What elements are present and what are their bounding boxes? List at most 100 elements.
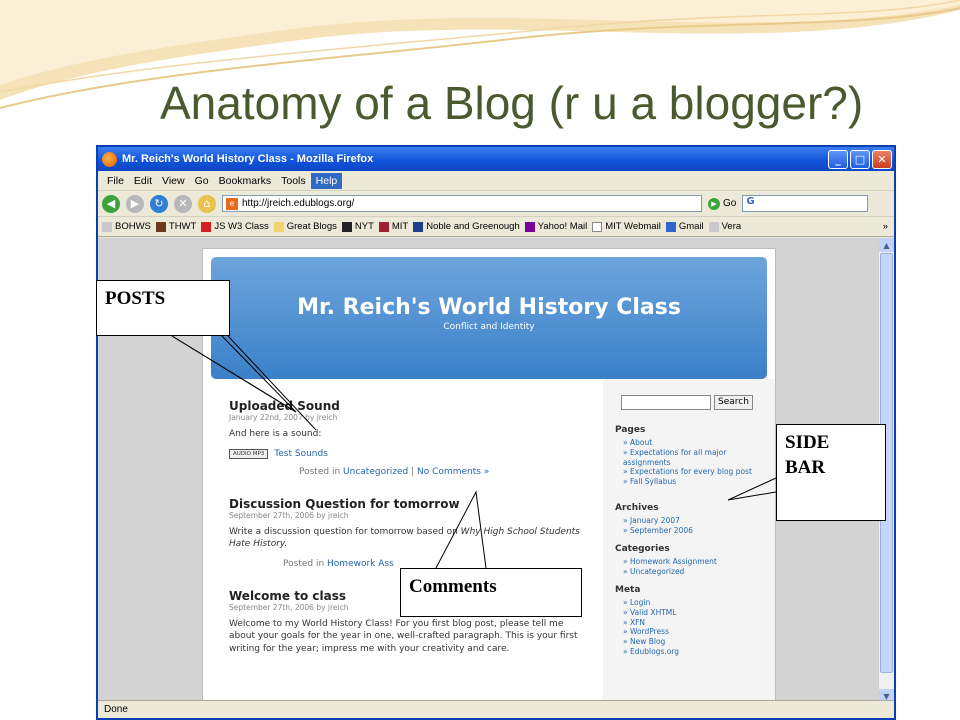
post-footer: Posted in Uncategorized | No Comments »	[299, 466, 490, 477]
go-button[interactable]: ▶ Go	[708, 197, 737, 210]
go-label: Go	[723, 198, 737, 209]
sidebar-link[interactable]: » Fall Syllabus	[623, 477, 763, 487]
blog-page: Mr. Reich's World History Class Conflict…	[202, 248, 776, 703]
menu-tools[interactable]: Tools	[276, 173, 311, 189]
pages-widget: Pages » About » Expectations for all maj…	[615, 425, 763, 487]
audio-mp3-badge[interactable]: AUDIO MP3	[229, 448, 269, 459]
url-text: http://jreich.edublogs.org/	[242, 198, 355, 209]
sidebar-link[interactable]: » Login	[623, 598, 763, 608]
yahoo-icon	[524, 221, 535, 232]
sidebar-link[interactable]: » Uncategorized	[623, 567, 763, 577]
favicon-icon: e	[226, 197, 238, 210]
sidebar-link[interactable]: » Homework Assignment	[623, 557, 763, 567]
go-arrow-icon: ▶	[708, 197, 720, 210]
category-link[interactable]: Uncategorized	[343, 467, 408, 477]
sidebar-link[interactable]: » XFN	[623, 618, 763, 628]
menu-bar: File Edit View Go Bookmarks Tools Help	[98, 171, 894, 191]
bookmark-mit-webmail[interactable]: MIT Webmail	[592, 221, 661, 232]
slide-title: Anatomy of a Blog (r u a blogger?)	[160, 77, 864, 129]
sidebar-search: Search	[621, 395, 753, 410]
bookmark-noble-greenough[interactable]: Noble and Greenough	[413, 221, 520, 232]
post-body: Welcome to my World History Class! For y…	[229, 618, 578, 654]
bookmarks-overflow-icon[interactable]: »	[883, 221, 894, 232]
close-button[interactable]: ✕	[872, 149, 892, 169]
url-input[interactable]: e http://jreich.edublogs.org/	[222, 195, 702, 212]
sidebar-link[interactable]: » January 2007	[623, 516, 763, 526]
sidebar-link[interactable]: » Edublogs.org	[623, 647, 763, 657]
sidebar-link[interactable]: » Expectations for all major assignments	[623, 448, 763, 468]
category-link[interactable]: Homework Ass	[327, 559, 394, 569]
minimize-button[interactable]: _	[828, 149, 848, 169]
menu-file[interactable]: File	[102, 173, 129, 189]
navigation-toolbar: ◀ ▶ ↻ ✕ ⌂ e http://jreich.edublogs.org/ …	[98, 191, 894, 217]
bookmark-thwt[interactable]: THWT	[155, 221, 196, 232]
home-icon[interactable]: ⌂	[198, 194, 216, 213]
bookmark-gmail[interactable]: Gmail	[665, 221, 704, 232]
categories-widget: Categories » Homework Assignment » Uncat…	[615, 544, 763, 577]
archives-widget: Archives » January 2007 » September 2006	[615, 503, 763, 536]
sidebar-search-button[interactable]: Search	[714, 395, 753, 410]
post-meta: January 22nd, 2007 by jreich	[229, 413, 338, 422]
bookmarks-toolbar: BOHWS THWT JS W3 Class Great Blogs NYT M…	[98, 217, 894, 237]
stop-icon[interactable]: ✕	[174, 194, 192, 213]
page-icon	[708, 221, 719, 232]
bookmark-nyt[interactable]: NYT	[341, 221, 374, 232]
post-body: Write a discussion question for tomorrow…	[229, 526, 580, 550]
bookmark-great-blogs[interactable]: Great Blogs	[273, 221, 337, 232]
menu-view[interactable]: View	[157, 173, 190, 189]
post-meta: September 27th, 2006 by jreich	[229, 510, 349, 520]
callout-posts: POSTS	[96, 280, 230, 336]
blog-header[interactable]: Mr. Reich's World History Class Conflict…	[211, 257, 767, 379]
search-input[interactable]: G	[742, 195, 869, 212]
menu-edit[interactable]: Edit	[129, 173, 157, 189]
back-arrow-icon[interactable]: ◀	[102, 194, 120, 213]
sidebar-link[interactable]: » September 2006	[623, 526, 763, 536]
sidebar-link[interactable]: » Expectations for every blog post	[623, 467, 763, 477]
nyt-icon	[341, 221, 352, 232]
comments-link[interactable]: No Comments »	[417, 467, 489, 477]
callout-sidebar: SIDE BAR	[776, 424, 886, 521]
scroll-up-icon[interactable]: ▲	[879, 238, 894, 252]
reload-icon[interactable]: ↻	[150, 194, 168, 213]
post-title[interactable]: Uploaded Sound	[229, 399, 589, 413]
js-icon	[201, 221, 212, 232]
menu-help[interactable]: Help	[310, 172, 343, 189]
sidebar-link[interactable]: » WordPress	[623, 627, 763, 637]
audio-player: AUDIO MP3 Test Sounds	[229, 448, 589, 459]
window-title: Mr. Reich's World History Class - Mozill…	[122, 153, 374, 165]
sidebar-link[interactable]: » New Blog	[623, 637, 763, 647]
menu-go[interactable]: Go	[190, 173, 214, 189]
bookmark-vera[interactable]: Vera	[708, 221, 741, 232]
blog-subtitle: Conflict and Identity	[443, 322, 535, 332]
bookmark-bohws[interactable]: BOHWS	[102, 221, 151, 232]
book-icon	[155, 221, 166, 232]
post-title[interactable]: Discussion Question for tomorrow	[229, 497, 589, 511]
slide: Anatomy of a Blog (r u a blogger?) Mr. R…	[0, 0, 960, 720]
mail-icon	[592, 221, 603, 232]
bookmark-mit[interactable]: MIT	[378, 221, 408, 232]
post-body: And here is a sound:	[229, 429, 322, 439]
bookmark-js-w3-class[interactable]: JS W3 Class	[201, 221, 269, 232]
window-titlebar[interactable]: Mr. Reich's World History Class - Mozill…	[98, 147, 894, 171]
audio-link[interactable]: Test Sounds	[274, 449, 328, 459]
mit-icon	[378, 221, 389, 232]
callout-comments: Comments	[400, 568, 582, 617]
forward-arrow-icon[interactable]: ▶	[126, 194, 144, 213]
folder-icon	[273, 221, 284, 232]
posts-column: Uploaded Sound January 22nd, 2007 by jre…	[229, 399, 589, 676]
google-icon	[665, 221, 676, 232]
meta-widget: Meta » Login » Valid XHTML » XFN » WordP…	[615, 585, 763, 657]
blog-title: Mr. Reich's World History Class	[297, 295, 681, 320]
bookmark-yahoo-mail[interactable]: Yahoo! Mail	[524, 221, 587, 232]
status-bar: Done	[98, 700, 894, 718]
sidebar-search-input[interactable]	[621, 395, 711, 410]
page-icon	[102, 221, 112, 232]
maximize-button[interactable]: □	[850, 149, 870, 169]
sidebar-link[interactable]: » About	[623, 438, 763, 448]
post-item: Discussion Question for tomorrow Septemb…	[229, 497, 589, 569]
blog-sidebar: Search Pages » About » Expectations for …	[603, 379, 775, 703]
school-icon	[413, 221, 424, 232]
post-item: Uploaded Sound January 22nd, 2007 by jre…	[229, 399, 589, 477]
sidebar-link[interactable]: » Valid XHTML	[623, 608, 763, 618]
menu-bookmarks[interactable]: Bookmarks	[214, 173, 277, 189]
